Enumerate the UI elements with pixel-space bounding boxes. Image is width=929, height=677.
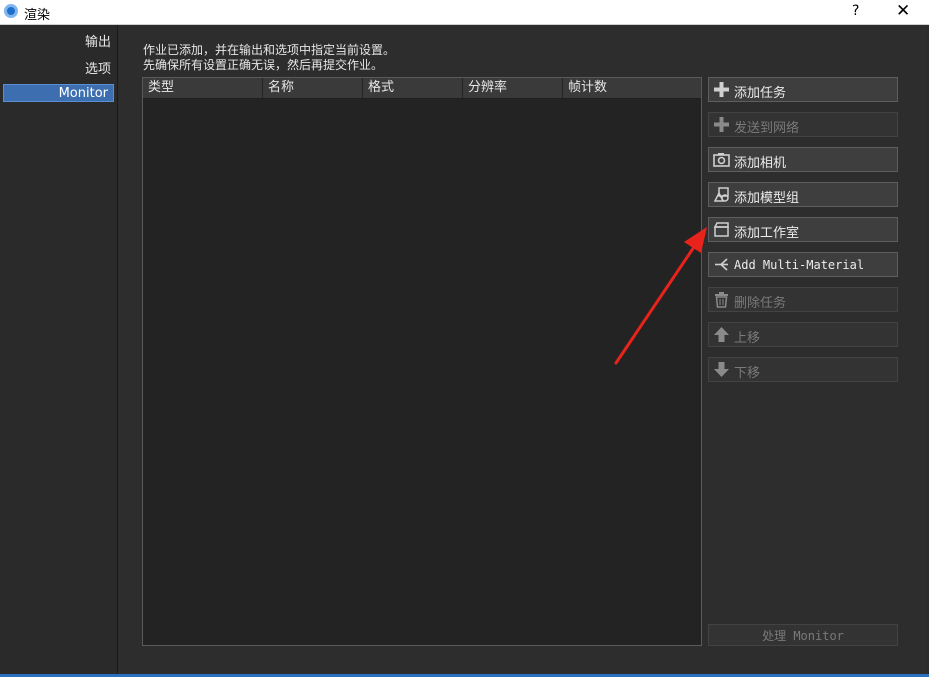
column-header-format[interactable]: 格式 (363, 78, 463, 98)
table-header: 类型 名称 格式 分辨率 帧计数 (143, 78, 701, 99)
camera-icon (713, 153, 730, 167)
add-job-button[interactable]: 添加任务 (708, 77, 898, 102)
add-camera-label: 添加相机 (734, 156, 787, 171)
add-model-group-button[interactable]: 添加模型组 (708, 182, 898, 207)
add-job-label: 添加任务 (734, 86, 787, 101)
render-app-icon (4, 4, 18, 18)
send-to-network-button[interactable]: 发送到网络 (708, 112, 898, 137)
add-studio-label: 添加工作室 (734, 226, 800, 241)
add-multi-material-label: Add Multi-Material (734, 258, 865, 272)
sidebar-item-monitor[interactable]: Monitor (3, 84, 114, 102)
shapes-icon (713, 187, 729, 202)
process-monitor-label: 处理 Monitor (762, 629, 844, 643)
trash-icon (715, 292, 728, 308)
add-camera-button[interactable]: 添加相机 (708, 147, 898, 172)
column-header-name[interactable]: 名称 (263, 78, 363, 98)
arrow-down-icon (714, 362, 729, 377)
move-down-label: 下移 (734, 366, 761, 381)
move-down-button[interactable]: 下移 (708, 357, 898, 382)
sidebar-item-output[interactable]: 输出 (85, 31, 111, 50)
column-header-frame-count[interactable]: 帧计数 (563, 78, 701, 98)
sidebar: 输出 选项 Monitor (0, 25, 118, 677)
process-monitor-button[interactable]: 处理 Monitor (708, 624, 898, 646)
delete-job-label: 删除任务 (734, 296, 787, 311)
job-table[interactable]: 类型 名称 格式 分辨率 帧计数 (142, 77, 702, 646)
delete-job-button[interactable]: 删除任务 (708, 287, 898, 312)
add-multi-material-button[interactable]: Add Multi-Material (708, 252, 898, 277)
info-text-line2: 先确保所有设置正确无误，然后再提交作业。 (143, 58, 384, 72)
add-studio-button[interactable]: 添加工作室 (708, 217, 898, 242)
title-bar: 渲染 ? ✕ (0, 0, 929, 25)
main-panel: 作业已添加，并在输出和选项中指定当前设置。 先确保所有设置正确无误，然后再提交作… (118, 25, 927, 677)
plus-icon (714, 82, 729, 97)
studio-icon (713, 222, 729, 237)
multi-material-icon (715, 258, 728, 271)
close-button[interactable]: ✕ (896, 1, 910, 21)
send-to-network-label: 发送到网络 (734, 121, 800, 136)
plus-icon (714, 117, 729, 132)
move-up-label: 上移 (734, 331, 761, 346)
window-title: 渲染 (24, 8, 51, 23)
column-header-type[interactable]: 类型 (143, 78, 263, 98)
move-up-button[interactable]: 上移 (708, 322, 898, 347)
arrow-up-icon (714, 327, 729, 342)
column-header-resolution[interactable]: 分辨率 (463, 78, 563, 98)
add-model-group-label: 添加模型组 (734, 191, 800, 206)
help-button[interactable]: ? (852, 3, 859, 19)
sidebar-item-options[interactable]: 选项 (85, 58, 111, 77)
